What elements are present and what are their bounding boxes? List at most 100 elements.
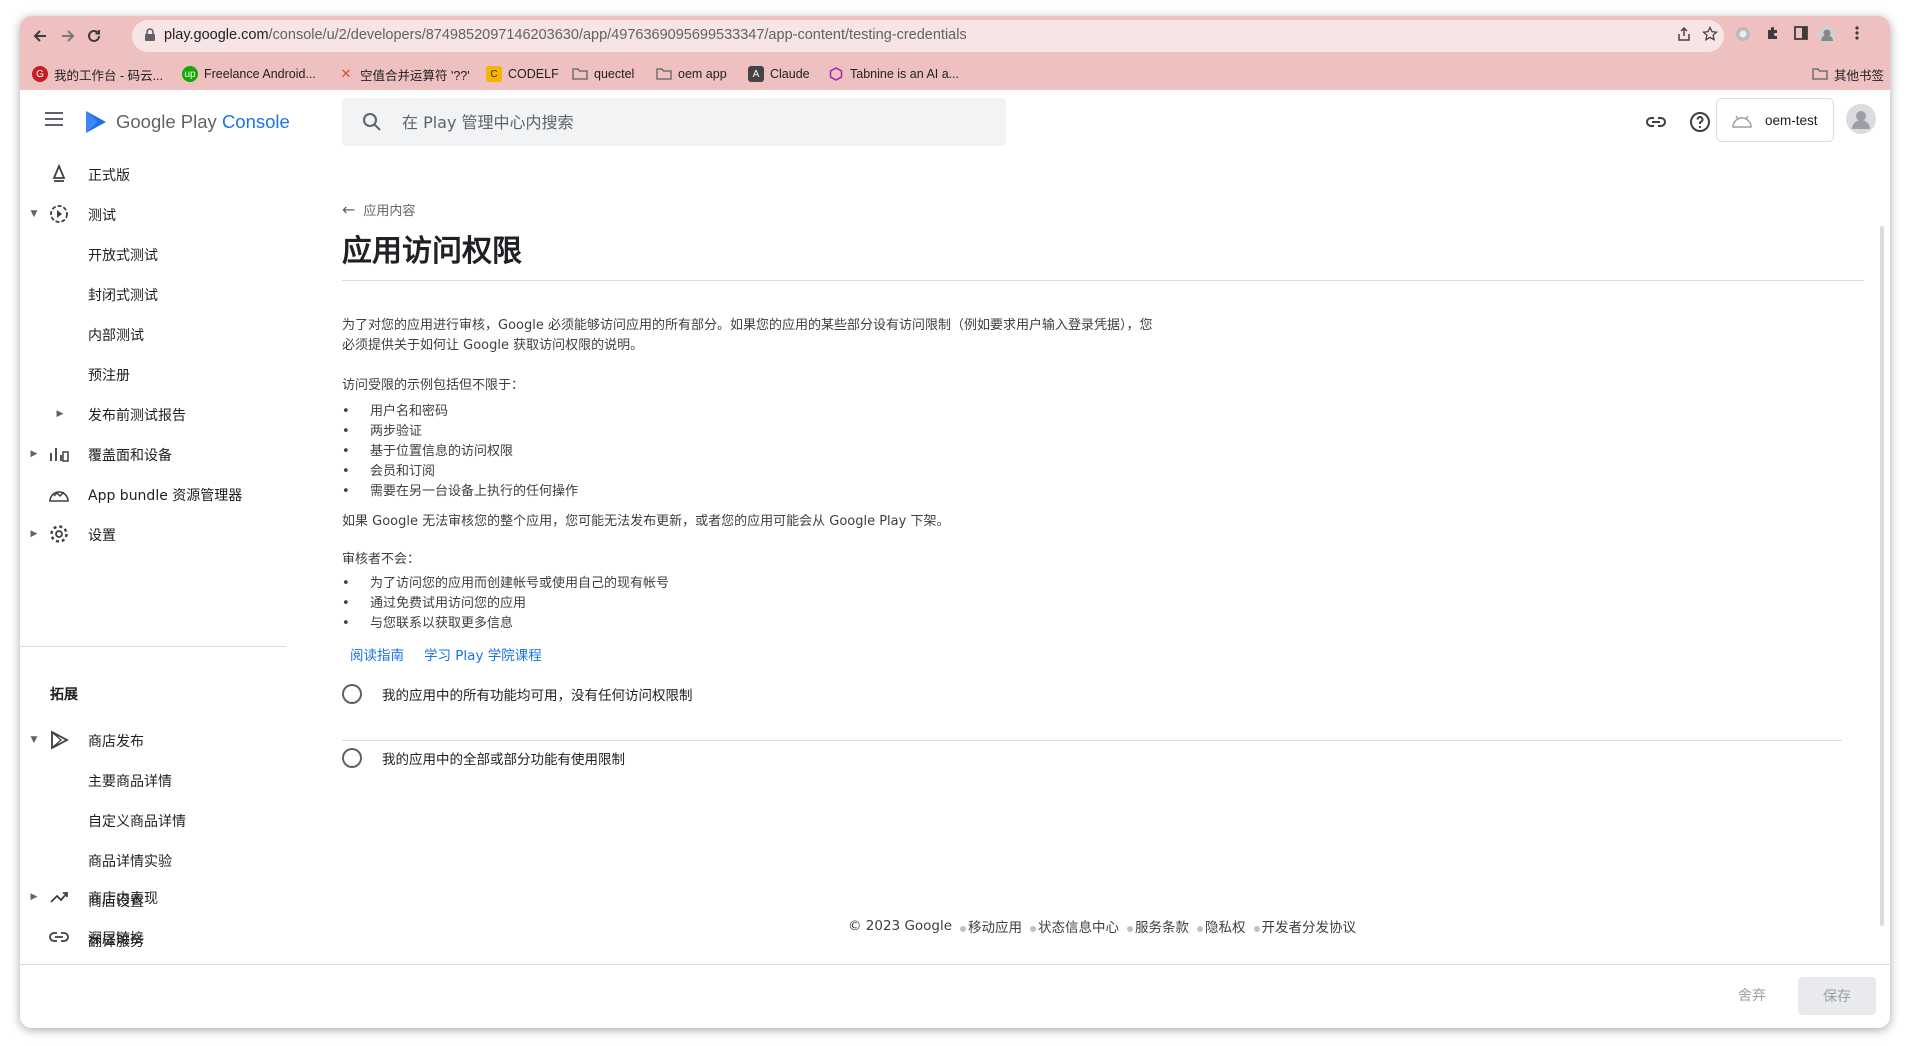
footer-link[interactable]: 状态信息中心 — [1038, 916, 1119, 936]
caret-down-icon[interactable]: ▼ — [28, 208, 40, 220]
star-icon[interactable] — [1700, 25, 1720, 46]
tabnine-icon — [828, 66, 844, 82]
page-footer: © 2023 Google 移动应用 状态信息中心 服务条款 隐私权 开发者分发… — [848, 916, 1356, 936]
sidebar-item-label: 商品详情实验 — [88, 854, 172, 870]
bookmark-tabnine[interactable]: Tabnine is an AI a... — [828, 65, 959, 83]
url-bar[interactable]: play.google.com/console/u/2/developers/8… — [132, 20, 1724, 52]
bookmark-oem-app[interactable]: oem app — [656, 65, 727, 83]
footer-separator — [1127, 926, 1134, 932]
footer-link[interactable]: 开发者分发协议 — [1262, 916, 1357, 936]
menu-icon[interactable] — [40, 108, 68, 136]
sidebar-item-pre-registration[interactable]: 预注册 — [20, 354, 290, 394]
sidebar-item-settings[interactable]: ▶ 设置 — [20, 514, 290, 554]
caret-right-icon[interactable]: ▶ — [28, 528, 40, 540]
bookmark-gitee[interactable]: G 我的工作台 - 码云... — [32, 65, 163, 83]
upwork-icon: up — [182, 66, 198, 82]
bookmark-quectel[interactable]: quectel — [572, 65, 634, 83]
search-box[interactable] — [342, 98, 1006, 146]
bookmark-freelance[interactable]: up Freelance Android... — [182, 65, 316, 83]
bookmark-label: Freelance Android... — [204, 67, 316, 81]
bookmark-label: 其他书签 — [1834, 68, 1885, 83]
sidebar-item-open-testing[interactable]: 开放式测试 — [20, 234, 290, 274]
more-vert-icon[interactable] — [1846, 25, 1868, 47]
scrollbar[interactable] — [1880, 226, 1884, 926]
radio-restricted[interactable]: 我的应用中的全部或部分功能有使用限制 — [342, 748, 625, 768]
extension-1-icon[interactable] — [1732, 25, 1754, 47]
account-name: oem-test — [1765, 112, 1818, 128]
sidebar-item-release[interactable]: 正式版 — [20, 154, 290, 194]
bookmark-claude[interactable]: A Claude — [748, 65, 810, 83]
footer-link[interactable]: 隐私权 — [1205, 916, 1246, 936]
bundle-icon — [48, 483, 70, 505]
arrow-back-icon[interactable]: ← — [342, 200, 355, 219]
sidebar-item-bundle-explorer[interactable]: App bundle 资源管理器 — [20, 474, 290, 514]
sidebar-item-closed-testing[interactable]: 封闭式测试 — [20, 274, 290, 314]
back-icon[interactable] — [28, 24, 52, 48]
footer-separator — [1253, 926, 1260, 932]
caret-right-icon[interactable]: ▶ — [28, 448, 40, 460]
android-app-icon — [1732, 115, 1752, 128]
sidepanel-icon[interactable] — [1790, 25, 1812, 47]
sidebar-divider — [20, 646, 286, 647]
academy-course-link[interactable]: 学习 Play 学院课程 — [424, 644, 542, 664]
play-console-logo[interactable]: Google Play Console — [84, 106, 290, 138]
save-button[interactable]: 保存 — [1798, 977, 1876, 1015]
sidebar-item-label: App bundle 资源管理器 — [88, 488, 243, 504]
bookmark-nullish[interactable]: ✕ 空值合并运算符 '??' — [338, 65, 470, 83]
lock-icon[interactable] — [142, 28, 158, 44]
list-item: 基于位置信息的访问权限 — [342, 442, 578, 462]
search-input[interactable] — [402, 98, 982, 146]
puzzle-icon[interactable] — [1762, 25, 1784, 47]
bookmark-label: quectel — [594, 67, 635, 81]
user-avatar[interactable] — [1846, 104, 1876, 134]
play-console-app: Google Play Console oem-test — [20, 90, 1890, 1028]
list-item: 用户名和密码 — [342, 402, 578, 422]
caret-down-icon[interactable]: ▼ — [28, 734, 40, 746]
sidebar-item-main-listing[interactable]: 主要商品详情 — [20, 760, 290, 800]
sidebar-item-store-presence[interactable]: ▼ 商店发布 — [20, 720, 290, 760]
caret-right-icon[interactable]: ▶ — [54, 408, 66, 420]
search-icon[interactable] — [360, 110, 384, 134]
discard-button[interactable]: 舍弃 — [1738, 985, 1766, 1005]
bookmark-label: Claude — [770, 67, 810, 81]
share-icon[interactable] — [1674, 26, 1694, 46]
sidebar-item-pre-launch-report[interactable]: ▶ 发布前测试报告 — [20, 394, 290, 434]
sidebar-item-testing[interactable]: ▼ 测试 — [20, 194, 290, 234]
url-text[interactable]: play.google.com/console/u/2/developers/8… — [164, 27, 967, 43]
back-link[interactable]: ← 应用内容 — [342, 200, 415, 219]
footer-link[interactable]: 服务条款 — [1135, 916, 1189, 936]
account-switcher[interactable]: oem-test — [1716, 98, 1834, 142]
radio-all-available[interactable]: 我的应用中的所有功能均可用，没有任何访问权限制 — [342, 684, 693, 704]
bottom-action-bar: ▶ 商店内表现 深层链接 舍弃 保存 — [20, 891, 1890, 1028]
read-guide-link[interactable]: 阅读指南 — [350, 644, 404, 664]
forward-icon[interactable] — [56, 24, 80, 48]
options-divider — [342, 740, 1842, 741]
intro-paragraph: 为了对您的应用进行审核，Google 必须能够访问应用的所有部分。如果您的应用的… — [342, 316, 1262, 356]
link-icon[interactable] — [1644, 110, 1668, 134]
sidebar-item-deep-links[interactable]: 深层链接 — [20, 917, 290, 957]
bookmark-codelf[interactable]: C CODELF — [486, 65, 559, 83]
sidebar-item-internal-testing[interactable]: 内部测试 — [20, 314, 290, 354]
sidebar-item-listing-experiments[interactable]: 商品详情实验 — [20, 840, 290, 880]
radio-unchecked-icon[interactable] — [342, 684, 362, 704]
sidebar-item-reach-devices[interactable]: ▶ 覆盖面和设备 — [20, 434, 290, 474]
folder-icon — [1812, 66, 1828, 82]
sidebar-item-store-performance[interactable]: ▶ 商店内表现 — [20, 877, 290, 917]
play-logo-icon — [86, 111, 106, 133]
release-icon — [48, 163, 70, 185]
reload-icon[interactable] — [82, 24, 106, 48]
sidebar-item-label: 开放式测试 — [88, 248, 158, 264]
list-item: 通过免费试用访问您的应用 — [342, 594, 669, 614]
testing-icon — [48, 203, 70, 225]
help-icon[interactable] — [1688, 110, 1712, 134]
folder-icon — [572, 66, 588, 82]
footer-link[interactable]: 移动应用 — [968, 916, 1022, 936]
caret-right-icon[interactable]: ▶ — [28, 891, 40, 903]
radio-unchecked-icon[interactable] — [342, 748, 362, 768]
profile-avatar-icon[interactable] — [1816, 25, 1838, 47]
sidebar-item-label: 商店内表现 — [88, 891, 158, 907]
sidebar-item-custom-listing[interactable]: 自定义商品详情 — [20, 800, 290, 840]
reach-icon — [48, 443, 70, 465]
logo-text-google-play: Google Play — [116, 111, 222, 132]
bookmark-other[interactable]: 其他书签 — [1812, 65, 1884, 83]
